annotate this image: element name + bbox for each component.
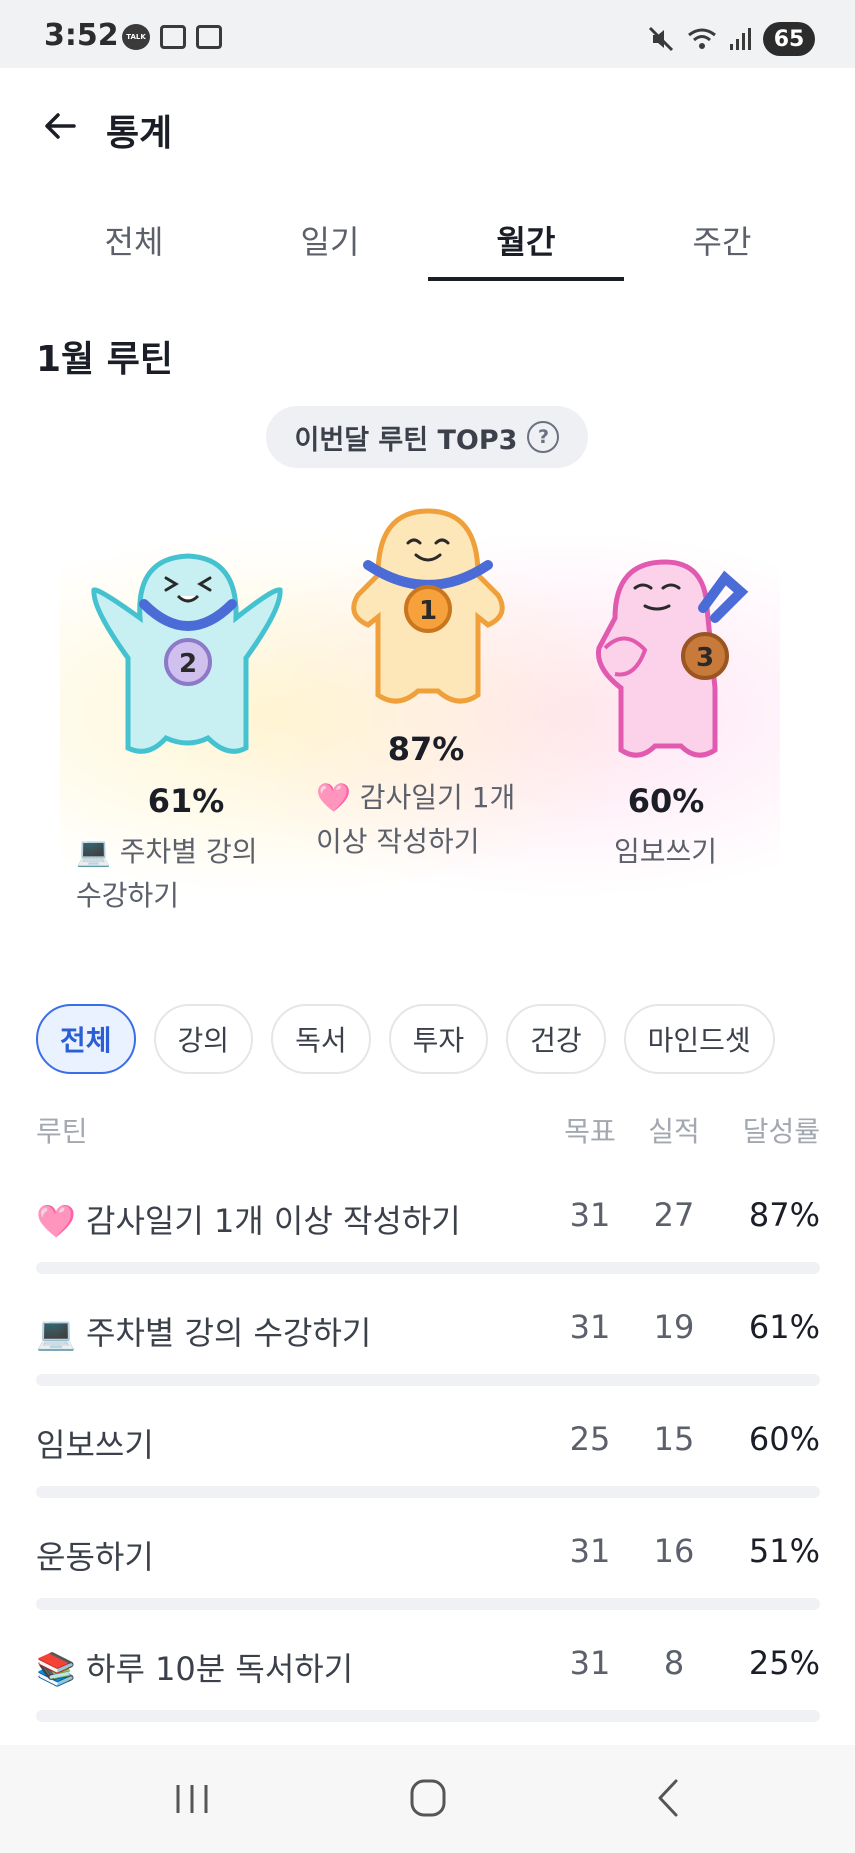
table-row[interactable]: 💻 주차별 강의 수강하기 31 19 61% (36, 1308, 820, 1420)
routine-name: 📚 하루 10분 독서하기 (36, 1650, 354, 1688)
back-nav-icon[interactable] (638, 1773, 698, 1823)
table-row[interactable]: 운동하기 31 16 51% (36, 1532, 820, 1644)
first-place-name: 🩷 감사일기 1개 이상 작성하기 (316, 776, 515, 864)
routine-goal: 31 (569, 1196, 611, 1234)
filter-chip-investment[interactable]: 투자 (388, 1004, 489, 1074)
progress-bar (36, 1710, 820, 1722)
status-right-icons: 65 (647, 22, 815, 56)
progress-bar (36, 1374, 820, 1386)
second-place-percent: 61% (147, 782, 225, 820)
routine-actual: 15 (653, 1420, 695, 1458)
kakaotalk-icon: TALK (122, 24, 150, 50)
routine-actual: 8 (663, 1644, 685, 1682)
filter-chip-reading[interactable]: 독서 (271, 1004, 371, 1074)
signal-icon (730, 28, 751, 50)
filter-chip-mindset[interactable]: 마인드셋 (623, 1004, 775, 1074)
mute-icon (648, 26, 674, 52)
filter-chip-lecture[interactable]: 강의 (153, 1004, 254, 1074)
routine-goal: 31 (569, 1644, 611, 1682)
wifi-icon (688, 28, 716, 49)
medal-2-number: 2 (179, 649, 197, 679)
routine-actual: 27 (653, 1196, 695, 1234)
system-nav-bar (0, 1745, 855, 1853)
second-place-character: 2 (91, 553, 283, 754)
progress-bar (36, 1486, 820, 1498)
medal-3-number: 3 (696, 643, 714, 673)
routine-rate: 60% (748, 1420, 820, 1458)
medal-1-number: 1 (419, 596, 437, 626)
progress-bar (36, 1598, 820, 1610)
header-actual: 실적 (648, 1115, 700, 1148)
routine-rate: 87% (748, 1196, 820, 1234)
battery-indicator: 65 (763, 22, 815, 56)
top3-button[interactable]: 이번달 루틴 TOP3 ? (266, 406, 588, 468)
routine-actual: 19 (653, 1308, 695, 1346)
tab-monthly[interactable]: 월간 (428, 205, 624, 281)
table-row[interactable]: 📚 하루 10분 독서하기 31 8 25% (36, 1644, 820, 1756)
status-left-icons: TALK (122, 24, 222, 50)
tab-diary[interactable]: 일기 (232, 205, 428, 281)
first-place-character: 1 (351, 508, 505, 704)
second-place-name-line1: 💻 주차별 강의 (76, 835, 258, 868)
progress-bar (36, 1262, 820, 1274)
third-place-name: 임보쓰기 (614, 835, 718, 868)
table-row[interactable]: 🩷 감사일기 1개 이상 작성하기 31 27 87% (36, 1196, 820, 1308)
top3-label: 이번달 루틴 TOP3 (294, 424, 518, 456)
filter-chip-all[interactable]: 전체 (36, 1004, 136, 1074)
first-place-name-line2: 이상 작성하기 (316, 825, 480, 858)
tab-all[interactable]: 전체 (36, 205, 232, 281)
status-time: 3:52 (44, 18, 119, 53)
screenshot-icon (160, 25, 186, 49)
filter-chip-health[interactable]: 건강 (506, 1004, 606, 1074)
third-place-percent: 60% (627, 782, 705, 820)
help-icon[interactable]: ? (527, 421, 560, 453)
routine-name: 임보쓰기 (36, 1426, 154, 1464)
calendar-icon (196, 25, 222, 49)
recent-apps-icon[interactable] (162, 1773, 222, 1823)
routine-actual: 16 (653, 1532, 695, 1570)
routine-rate: 61% (748, 1308, 820, 1346)
routine-name: 🩷 감사일기 1개 이상 작성하기 (36, 1202, 461, 1240)
table-row[interactable]: 임보쓰기 25 15 60% (36, 1420, 820, 1532)
third-place-character: 3 (595, 559, 749, 758)
routine-table-header: 루틴 목표 실적 달성률 (36, 1110, 820, 1150)
routine-name: 운동하기 (36, 1538, 154, 1576)
routine-rate: 51% (748, 1532, 820, 1570)
category-filter: 전체 강의 독서 투자 건강 마인드셋 (36, 1004, 775, 1074)
back-arrow-icon[interactable] (40, 106, 80, 146)
first-place-name-line1: 🩷 감사일기 1개 (316, 781, 516, 814)
home-icon[interactable] (398, 1773, 458, 1823)
first-place-percent: 87% (387, 730, 465, 768)
second-place-name: 💻 주차별 강의 수강하기 (76, 830, 257, 918)
routine-goal: 25 (569, 1420, 611, 1458)
tab-weekly[interactable]: 주간 (624, 205, 820, 281)
second-place-name-line2: 수강하기 (76, 879, 180, 912)
section-title: 1월 루틴 (36, 339, 173, 380)
routine-goal: 31 (569, 1308, 611, 1346)
tab-bar: 전체 일기 월간 주간 (36, 205, 820, 281)
page-title: 통계 (106, 113, 173, 154)
routine-rate: 25% (748, 1644, 820, 1682)
routine-name: 💻 주차별 강의 수강하기 (36, 1314, 372, 1352)
header-goal: 목표 (564, 1115, 616, 1148)
header-rate: 달성률 (742, 1115, 820, 1148)
header-routine: 루틴 (36, 1115, 88, 1148)
status-bar: 3:52 TALK 65 (0, 0, 855, 68)
routine-goal: 31 (569, 1532, 611, 1570)
